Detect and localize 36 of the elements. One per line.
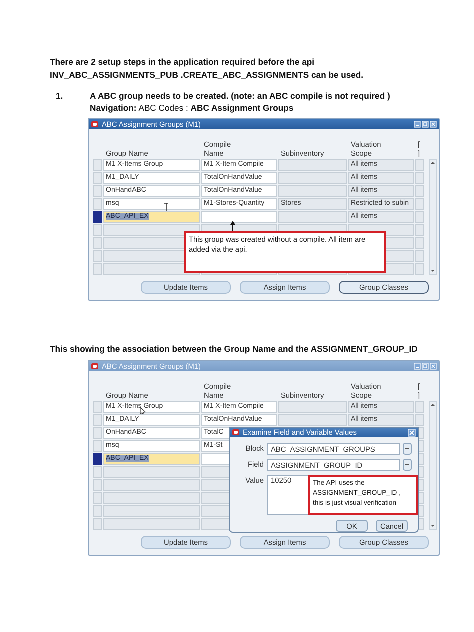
- table-cell[interactable]: [201, 211, 277, 223]
- table-cell: [415, 401, 424, 413]
- table-cell: [415, 263, 424, 275]
- step-text: A ABC group needs to be created. (note: an ABC compile is not required ): [90, 90, 392, 102]
- list-button[interactable]: [403, 459, 412, 471]
- table-cell: [278, 172, 347, 184]
- app-icon: [91, 362, 99, 370]
- maximize-icon[interactable]: [422, 362, 429, 370]
- intro-paragraph: There are 2 setup steps in the application required before the api INV_ABC_ASSIGNMENTS_PUB .CREATE_ABC_ASSIGNMENTS can be used.: [50, 56, 365, 82]
- table-cell: [415, 224, 424, 236]
- list-number: 1.: [56, 90, 64, 102]
- table-cell: [415, 172, 424, 184]
- table-cell: [278, 185, 347, 197]
- table-cell: [415, 237, 424, 249]
- maximize-icon[interactable]: [422, 120, 429, 128]
- minimize-icon[interactable]: [414, 120, 421, 128]
- table-cell: [415, 159, 424, 171]
- table-cell: [415, 198, 424, 210]
- app-icon: [91, 120, 99, 128]
- close-icon[interactable]: [430, 120, 437, 128]
- table-cell: [278, 159, 347, 171]
- minimize-icon[interactable]: [414, 362, 421, 370]
- table-cell: [415, 185, 424, 197]
- callout-arrow: [230, 221, 236, 231]
- close-icon: [408, 428, 416, 436]
- table-cell: [415, 211, 424, 223]
- row-indicator[interactable]: [93, 211, 102, 223]
- table-cell: [415, 250, 424, 262]
- row-indicator[interactable]: [93, 453, 102, 465]
- app-icon: [232, 429, 240, 436]
- close-icon[interactable]: [430, 362, 437, 370]
- table-cell: [278, 401, 347, 413]
- caption-text: This showing the association between the Group Name and the ASSIGNMENT_GROUP_ID: [50, 343, 419, 356]
- list-button[interactable]: [403, 443, 412, 455]
- table-cell: [278, 211, 347, 223]
- navigation-path: Navigation: ABC Codes : ABC Assignment Groups: [90, 102, 295, 114]
